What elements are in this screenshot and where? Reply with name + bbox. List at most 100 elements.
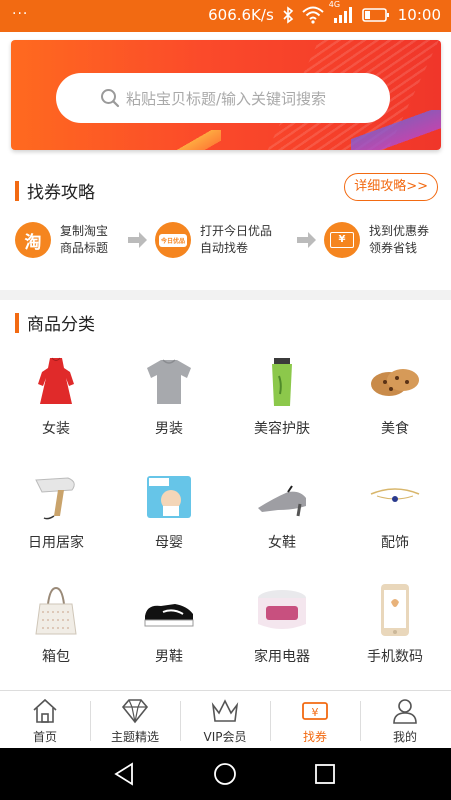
title-accent-bar	[15, 312, 19, 333]
search-placeholder: 粘贴宝贝标题/输入关键词搜索	[126, 89, 327, 108]
detail-guide-button[interactable]: 详细攻略>>	[344, 173, 438, 201]
system-nav-bar	[0, 748, 451, 800]
home-circle-icon[interactable]	[212, 761, 238, 787]
category-label: 美容护肤	[254, 421, 310, 437]
category-item[interactable]: 箱包	[0, 576, 112, 686]
category-label: 手机数码	[367, 649, 423, 665]
diapers-icon	[147, 476, 191, 518]
section-divider	[0, 290, 451, 300]
category-item[interactable]: 男鞋	[113, 576, 225, 686]
network-speed: 606.6K/s	[208, 6, 274, 24]
category-item[interactable]: 美容护肤	[226, 348, 338, 458]
category-title: 商品分类	[27, 315, 95, 335]
banner-background: 粘贴宝贝标题/输入关键词搜索	[11, 40, 441, 150]
tab-featured[interactable]: 主题精选	[90, 691, 180, 749]
cookies-icon	[371, 369, 419, 396]
section-header: 商品分类	[15, 310, 95, 335]
step-text-line1: 复制淘宝	[60, 224, 109, 238]
category-item[interactable]: 男装	[113, 348, 225, 458]
coupon-guide-section: 找券攻略 详细攻略>> 淘 复制淘宝 商品标题 今日优品 打开今日优品 自动找卷…	[0, 160, 451, 290]
coupon-symbol: ¥	[330, 232, 354, 248]
recents-icon[interactable]	[312, 761, 338, 787]
skincare-tube-icon	[272, 358, 292, 406]
status-bar: ··· 606.6K/s 4G 10:00	[0, 0, 451, 32]
hair-dryer-icon	[35, 477, 75, 520]
tab-vip[interactable]: VIP会员	[180, 691, 270, 749]
search-banner: 粘贴宝贝标题/输入关键词搜索	[0, 32, 451, 160]
bracelet-icon	[370, 488, 420, 502]
tab-label: 首页	[32, 730, 57, 744]
arrow-right-icon	[297, 232, 317, 252]
category-label: 配饰	[381, 535, 409, 551]
guide-title: 找券攻略	[27, 183, 95, 203]
category-label: 美食	[381, 421, 409, 437]
category-item[interactable]: 家用电器	[226, 576, 338, 686]
battery-icon	[361, 7, 390, 23]
tab-label: 我的	[392, 730, 417, 744]
person-icon	[393, 699, 417, 724]
womens-shoe-icon	[258, 485, 306, 517]
sneaker-icon	[144, 604, 194, 627]
rice-cooker-icon	[258, 590, 306, 629]
step-text-line2: 自动找卷	[200, 241, 249, 255]
category-item[interactable]: 母婴	[113, 462, 225, 572]
coupon-ticket-icon: ¥	[324, 222, 360, 258]
tshirt-icon	[147, 359, 191, 404]
tab-label: 找券	[302, 730, 327, 744]
category-label: 母婴	[155, 535, 183, 551]
smartphone-icon	[381, 584, 409, 636]
page-content: 粘贴宝贝标题/输入关键词搜索 找券攻略 详细攻略>> 淘 复制淘宝 商品标题 今…	[0, 32, 451, 690]
category-item[interactable]: 日用居家	[0, 462, 112, 572]
home-icon	[33, 698, 57, 723]
svg-text:¥: ¥	[312, 706, 319, 719]
step-text-line1: 找到优惠券	[369, 224, 430, 238]
guide-step-copy: 淘 复制淘宝 商品标题	[15, 222, 108, 258]
section-header: 找券攻略	[15, 178, 95, 203]
arrow-right-icon	[128, 232, 148, 252]
back-icon[interactable]	[112, 761, 138, 787]
taobao-icon: 淘	[15, 222, 51, 258]
category-item[interactable]: 手机数码	[339, 576, 451, 686]
app-logo-text: 今日优品	[159, 233, 187, 247]
step-text-line2: 领券省钱	[369, 241, 418, 255]
bluetooth-icon	[282, 6, 294, 24]
tab-mine[interactable]: 我的	[360, 691, 450, 749]
title-accent-bar	[15, 180, 19, 201]
tab-label: VIP会员	[203, 730, 247, 744]
bottom-tab-bar: 首页 主题精选 VIP会员 ¥ 找券 我的	[0, 690, 451, 748]
category-label: 女鞋	[268, 535, 296, 551]
category-item[interactable]: 女鞋	[226, 462, 338, 572]
coupon-icon: ¥	[302, 702, 328, 720]
category-label: 箱包	[42, 649, 70, 665]
search-input[interactable]: 粘贴宝贝标题/输入关键词搜索	[56, 73, 390, 123]
category-label: 男鞋	[155, 649, 183, 665]
category-item[interactable]: 美食	[339, 348, 451, 458]
category-label: 男装	[155, 421, 183, 437]
category-label: 女装	[42, 421, 70, 437]
guide-step-open-app: 今日优品 打开今日优品 自动找卷	[155, 222, 272, 258]
step-text-line2: 商品标题	[60, 241, 109, 255]
tab-find-coupon[interactable]: ¥ 找券	[270, 691, 360, 749]
category-label: 家用电器	[254, 649, 310, 665]
guide-steps: 淘 复制淘宝 商品标题 今日优品 打开今日优品 自动找卷 ¥ 找到优惠券 领券省…	[0, 222, 451, 267]
diamond-icon	[121, 699, 149, 724]
wifi-icon	[302, 6, 324, 24]
signal-icon: 4G	[329, 0, 354, 24]
category-item[interactable]: 女装	[0, 348, 112, 458]
tab-label: 主题精选	[110, 730, 159, 744]
banner-ribbon-yellow	[161, 130, 221, 150]
category-item[interactable]: 配饰	[339, 462, 451, 572]
crown-icon	[211, 699, 239, 722]
tab-home[interactable]: 首页	[0, 691, 90, 749]
tote-bag-icon	[35, 586, 77, 635]
app-logo-icon: 今日优品	[155, 222, 191, 258]
step-text-line1: 打开今日优品	[200, 224, 273, 238]
guide-step-coupon: ¥ 找到优惠券 领券省钱	[324, 222, 429, 258]
signal-label: 4G	[328, 0, 341, 9]
search-icon	[100, 88, 120, 112]
category-label: 日用居家	[28, 535, 84, 551]
dress-icon	[38, 357, 74, 404]
category-section: 商品分类 女装 男装 美容护肤 美食 日用居家 母婴 女鞋 配饰 箱包 男鞋 家…	[0, 300, 451, 690]
clock: 10:00	[397, 6, 441, 24]
menu-dots: ···	[12, 6, 29, 22]
